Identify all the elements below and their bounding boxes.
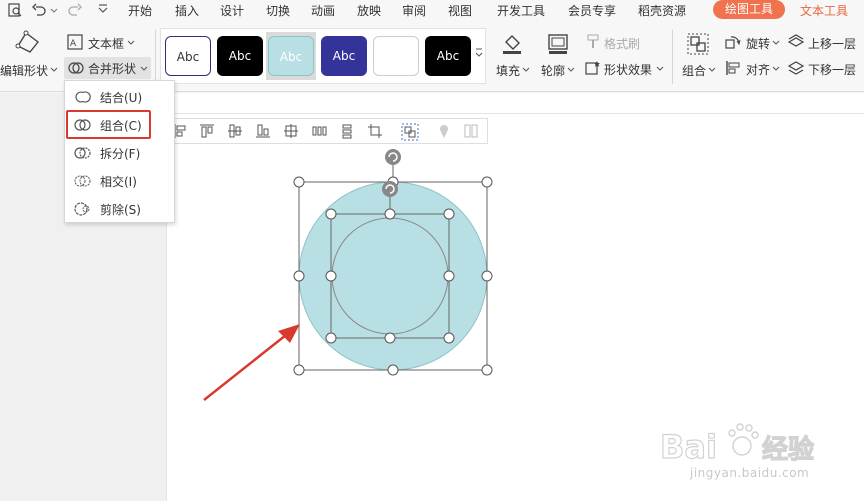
gallery-more-icon[interactable] (474, 46, 484, 60)
paw-icon (728, 423, 759, 456)
menu-item-label: 相交(I) (100, 175, 137, 189)
menu-item-subtract[interactable]: 剪除(S) (67, 196, 172, 222)
baidu-watermark-logo: Bai 经验 (660, 423, 815, 467)
menu-insert[interactable]: 插入 (175, 2, 199, 19)
bring-forward-button[interactable]: 上移一层 (808, 35, 856, 52)
group-icon (687, 33, 709, 55)
format-painter-icon (587, 34, 599, 48)
watermark-brand: Bai (660, 428, 717, 466)
union-icon (75, 91, 91, 103)
merge-shapes-button[interactable]: 合并形状 (64, 57, 151, 79)
menu-transitions[interactable]: 切换 (266, 2, 290, 19)
tab-drawing-tools[interactable]: 绘图工具 (713, 0, 786, 19)
align-button[interactable]: 对齐 (746, 61, 770, 78)
shape-effects-button[interactable]: 形状效果 (604, 61, 652, 78)
customize-toolbar-icon[interactable] (96, 3, 110, 17)
shape-style-2[interactable]: Abc (217, 36, 263, 76)
outline-button[interactable]: 轮廓 (541, 62, 565, 79)
align-left-icon[interactable] (173, 123, 189, 139)
menu-docer[interactable]: 稻壳资源 (638, 2, 686, 19)
menu-home[interactable]: 开始 (128, 2, 152, 19)
format-painter-button[interactable]: 格式刷 (604, 35, 640, 52)
shape-effects-icon (585, 61, 600, 75)
menu-item-union[interactable]: 结合(U) (67, 84, 172, 110)
align-bottom-icon[interactable] (255, 123, 271, 139)
chevron-down-icon[interactable] (772, 40, 780, 46)
align-icon (726, 61, 740, 75)
undo-icon[interactable] (32, 3, 46, 17)
ribbon-separator (155, 30, 156, 84)
align-center-icon[interactable] (283, 123, 299, 139)
menu-review[interactable]: 审阅 (402, 2, 426, 19)
align-middle-icon[interactable] (227, 123, 243, 139)
chevron-down-icon[interactable] (127, 40, 135, 46)
text-box-button[interactable]: 文本框 (88, 35, 124, 52)
tab-text-tools[interactable]: 文本工具 (800, 2, 848, 19)
rotate-icon (725, 36, 741, 49)
menu-member[interactable]: 会员专享 (568, 2, 616, 19)
fragment-icon (74, 147, 91, 159)
send-backward-icon (787, 61, 805, 75)
chevron-down-icon[interactable] (708, 67, 716, 73)
location-pin-icon[interactable] (437, 123, 451, 139)
chevron-down-icon[interactable] (50, 3, 58, 17)
chevron-down-icon (140, 66, 148, 71)
distribute-vertical-icon[interactable] (339, 123, 355, 139)
menu-view[interactable]: 视图 (448, 2, 472, 19)
redo-icon[interactable] (68, 3, 82, 17)
merge-shapes-menu: 结合(U) 组合(C) 拆分(F) 相交(I) 剪除(S) (64, 80, 175, 223)
align-top-icon[interactable] (199, 123, 215, 139)
outline-icon (548, 34, 568, 54)
subtract-icon (74, 202, 90, 216)
shape-style-3[interactable]: Abc (268, 36, 314, 76)
shape-style-1[interactable]: Abc (165, 36, 211, 76)
menu-bar: 开始 插入 设计 切换 动画 放映 审阅 视图 开发工具 会员专享 稻壳资源 绘… (0, 0, 864, 20)
menu-design[interactable]: 设计 (220, 2, 244, 19)
svg-text:A: A (70, 39, 77, 49)
ribbon-separator (672, 30, 673, 84)
menu-developer[interactable]: 开发工具 (497, 2, 545, 19)
group-button[interactable]: 组合 (682, 62, 706, 79)
edit-shape-button[interactable]: 编辑形状 (0, 62, 48, 79)
quick-align-toolbar (166, 118, 488, 144)
menu-item-label: 剪除(S) (100, 203, 141, 217)
send-backward-button[interactable]: 下移一层 (808, 61, 856, 78)
red-highlight-box (66, 110, 151, 139)
text-box-icon: A (67, 34, 83, 50)
shape-style-6[interactable]: Abc (425, 36, 471, 76)
bring-forward-icon (787, 34, 805, 47)
rotate-button[interactable]: 旋转 (746, 35, 770, 52)
intersect-icon (74, 175, 91, 187)
chevron-down-icon[interactable] (522, 67, 530, 73)
merge-shapes-label: 合并形状 (88, 62, 137, 76)
menu-item-intersect[interactable]: 相交(I) (67, 168, 172, 194)
chevron-down-icon[interactable] (567, 67, 575, 73)
fill-button[interactable]: 填充 (496, 62, 520, 79)
print-preview-icon[interactable] (8, 3, 22, 17)
menu-item-label: 拆分(F) (100, 147, 141, 161)
watermark-brand-cn: 经验 (762, 434, 814, 465)
distribute-horizontal-icon[interactable] (311, 123, 327, 139)
chevron-down-icon[interactable] (656, 66, 664, 72)
merge-shapes-icon (68, 62, 84, 74)
crop-icon[interactable] (367, 123, 383, 139)
fill-bucket-icon (503, 35, 521, 54)
menu-item-label: 结合(U) (100, 91, 143, 105)
chevron-down-icon[interactable] (772, 66, 780, 72)
group-objects-icon[interactable] (401, 123, 419, 141)
watermark-url: jingyan.baidu.com (690, 466, 810, 480)
menu-slideshow[interactable]: 放映 (357, 2, 381, 19)
edit-shape-icon[interactable] (14, 30, 42, 56)
shape-style-4[interactable]: Abc (321, 36, 367, 76)
layers-icon[interactable] (463, 123, 479, 139)
menu-animations[interactable]: 动画 (311, 2, 335, 19)
shape-style-5[interactable] (373, 36, 419, 76)
chevron-down-icon[interactable] (50, 67, 58, 73)
menu-item-fragment[interactable]: 拆分(F) (67, 140, 172, 166)
